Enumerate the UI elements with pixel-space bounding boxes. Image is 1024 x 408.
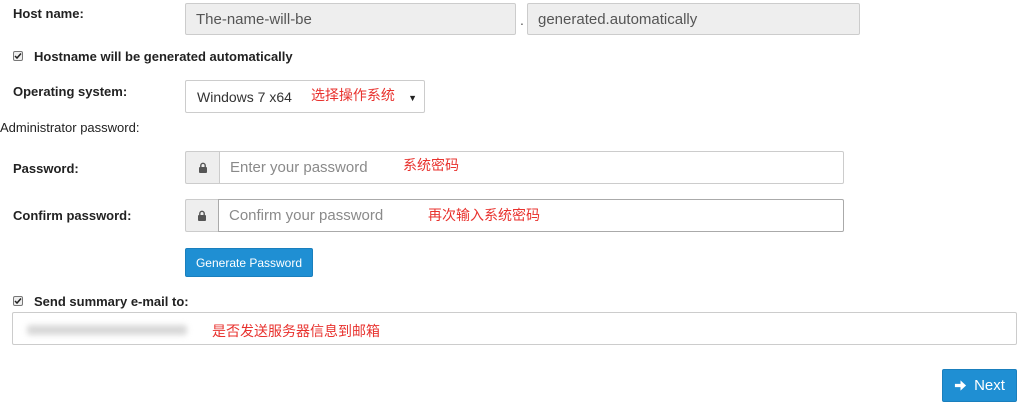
chevron-down-icon: ▼ [408,93,417,103]
next-label: Next [974,377,1005,394]
password-input[interactable] [219,151,844,184]
host-domain-input[interactable] [527,3,860,35]
generate-password-button[interactable]: Generate Password [185,248,313,277]
host-name-input[interactable] [185,3,516,35]
summary-email-input[interactable]: 是否发送服务器信息到邮箱 [12,312,1017,345]
confirm-password-annotation: 再次输入系统密码 [428,207,540,223]
password-label: Password: [13,161,79,176]
password-annotation: 系统密码 [403,157,459,173]
checkmark-icon [14,53,22,60]
summary-email-annotation: 是否发送服务器信息到邮箱 [212,323,380,339]
arrow-right-icon [955,380,967,391]
os-label: Operating system: [13,84,128,99]
admin-password-label: Administrator password: [0,120,140,135]
host-name-label: Host name: [13,6,84,21]
os-selected-value: Windows 7 x64 [197,88,292,105]
next-button[interactable]: Next [942,369,1017,402]
redacted-email [27,325,187,335]
os-annotation: 选择操作系统 [310,86,395,103]
password-addon [185,151,219,184]
auto-hostname-label: Hostname will be generated automatically [34,49,293,64]
send-summary-label: Send summary e-mail to: [34,294,189,309]
send-summary-checkbox[interactable] [13,296,23,306]
host-separator: . [520,12,524,28]
confirm-password-label: Confirm password: [13,208,132,223]
lock-icon [198,162,207,173]
lock-icon [198,210,206,221]
auto-hostname-checkbox[interactable] [13,51,23,61]
generate-password-label: Generate Password [195,255,303,270]
confirm-password-addon [185,199,218,232]
checkmark-icon [14,298,22,305]
os-select[interactable]: Windows 7 x64 选择操作系统 ▼ [185,80,425,113]
